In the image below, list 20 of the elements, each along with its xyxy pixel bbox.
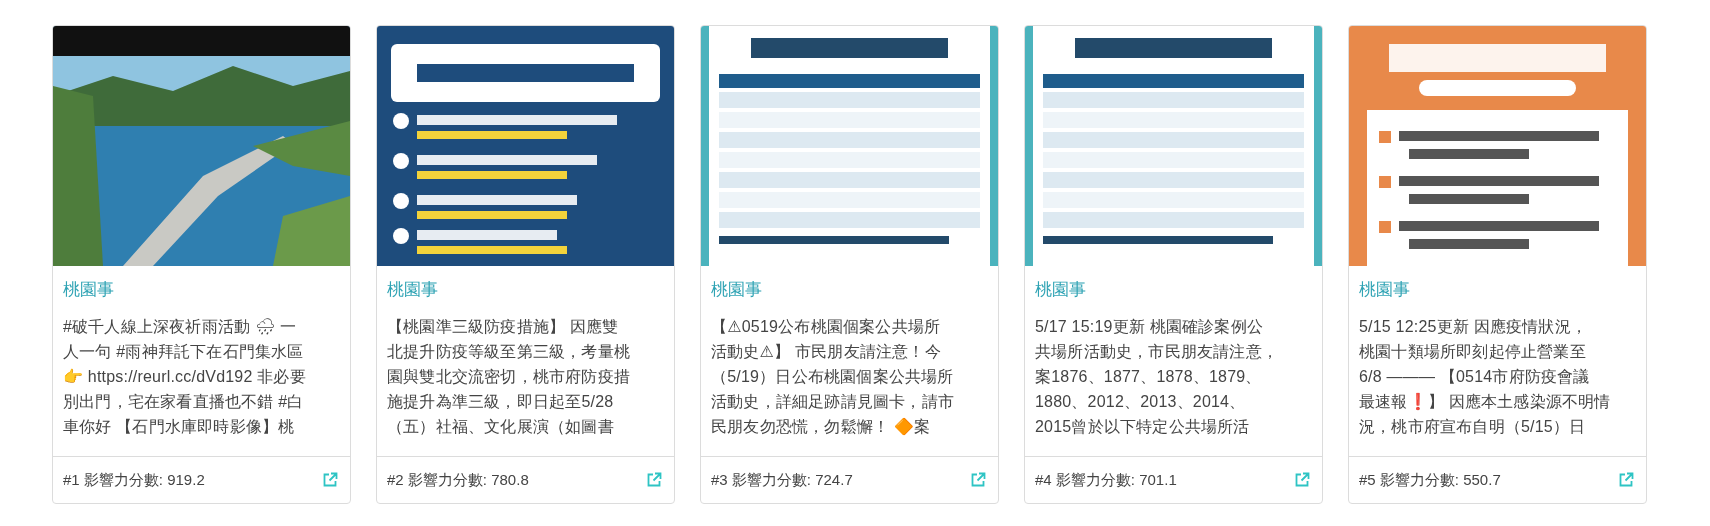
influence-score: #2 影響力分數: 780.8: [387, 470, 529, 490]
source-name: 桃園事: [387, 279, 438, 301]
source-name: 桃園事: [1035, 279, 1086, 301]
influence-score: #5 影響力分數: 550.7: [1359, 470, 1501, 490]
external-link-icon[interactable]: [646, 472, 662, 488]
source-name: 桃園事: [63, 279, 114, 301]
post-excerpt: 【桃園準三級防疫措施】 因應雙 北提升防疫等級至第三級，考量桃 園與雙北交流密切，桃市府防疫措 施提升為準三級，即日起至5/28 （五）社福、文化展演（如圖書: [387, 317, 631, 437]
influence-score: #3 影響力分數: 724.7: [711, 470, 853, 490]
external-link-icon[interactable]: [1618, 472, 1634, 488]
influence-score: #4 影響力分數: 701.1: [1035, 470, 1177, 490]
post-excerpt: 【⚠0519公布桃園個案公共場所 活動史⚠】 市民朋友請注意！今 （5/19）日公布桃園個案公共場所 活動史，詳細足跡請見圖卡，請市 民朋友勿恐慌，勿鬆懈！ 🔶案: [711, 317, 955, 437]
post-excerpt: #破千人線上深夜祈雨活動 🌧 一 人一句 #雨神拜託下在石門集水區 👉 https://reurl.cc/dVd192 非必要 別出門，宅在家看直播也不錯 #白 車你好 【石門水庫即時影像】桃: [63, 317, 307, 437]
source-name: 桃園事: [711, 279, 762, 301]
external-link-icon[interactable]: [970, 472, 986, 488]
influence-score: #1 影響力分數: 919.2: [63, 470, 205, 490]
source-name: 桃園事: [1359, 279, 1410, 301]
post-excerpt: 5/15 12:25更新 因應疫情狀況， 桃園十類場所即刻起停止營業至 6/8 ——— 【0514市府防疫會議 最速報❗】 因應本土感染源不明情 況，桃市府宣布自明（5/15）日: [1359, 317, 1612, 437]
external-link-icon[interactable]: [1294, 472, 1310, 488]
post-excerpt: 5/17 15:19更新 桃園確診案例公 共場所活動史，市民朋友請注意， 案1876、1877、1878、1879、 1880、2012、2013、2014、 2015曾於以下特定公共場所活: [1035, 317, 1279, 437]
external-link-icon[interactable]: [322, 472, 338, 488]
